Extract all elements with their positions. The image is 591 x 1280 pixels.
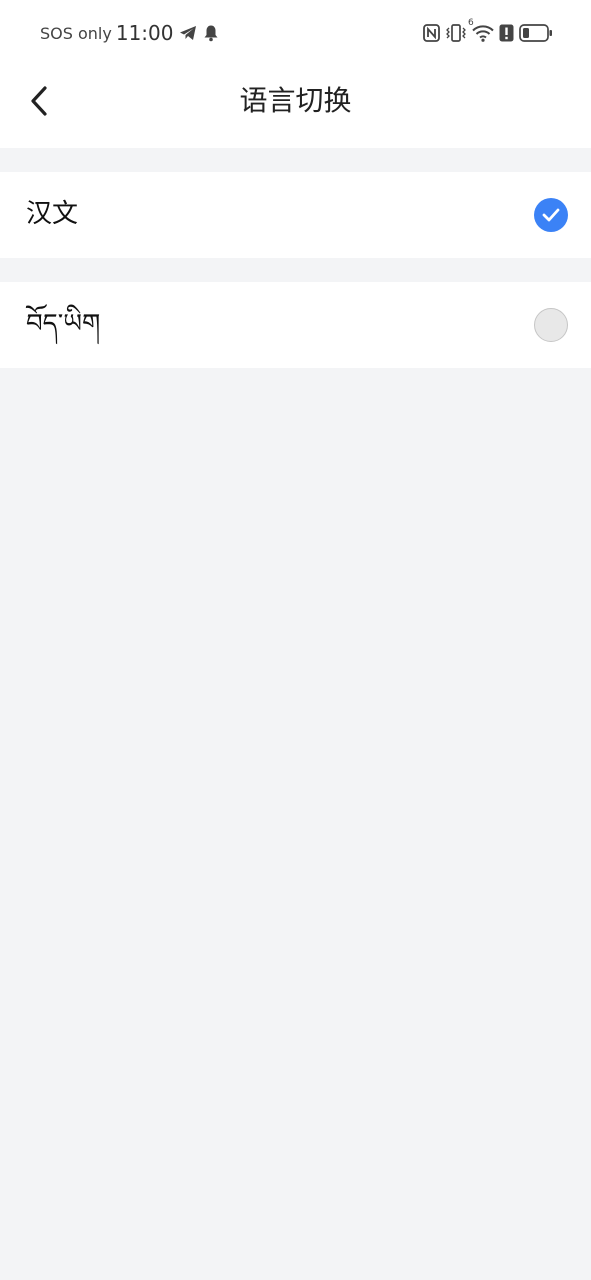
radio-checked-icon[interactable] [534, 198, 568, 232]
status-bar: SOS only 11:00 6 [0, 0, 591, 66]
option-label: བོད་ཡིག [26, 309, 101, 339]
language-option-chinese[interactable]: 汉文 [0, 172, 591, 258]
nfc-icon [423, 24, 440, 42]
vibrate-icon [445, 24, 467, 42]
language-option-tibetan[interactable]: བོད་ཡིག [0, 282, 591, 368]
app-header: 语言切换 [0, 66, 591, 148]
wifi-badge: 6 [468, 18, 474, 28]
option-label: 汉文 [26, 199, 79, 229]
status-left: SOS only 11:00 [40, 20, 219, 46]
carrier-label: SOS only [40, 23, 112, 43]
battery-icon [519, 24, 553, 42]
telegram-icon [179, 25, 197, 41]
clock: 11:00 [115, 21, 174, 45]
wifi-icon: 6 [468, 18, 494, 42]
status-right: 6 [418, 18, 553, 46]
alert-icon [499, 24, 514, 42]
radio-unchecked-icon[interactable] [534, 308, 568, 342]
page-title: 语言切换 [239, 84, 352, 117]
bell-icon [203, 24, 219, 42]
